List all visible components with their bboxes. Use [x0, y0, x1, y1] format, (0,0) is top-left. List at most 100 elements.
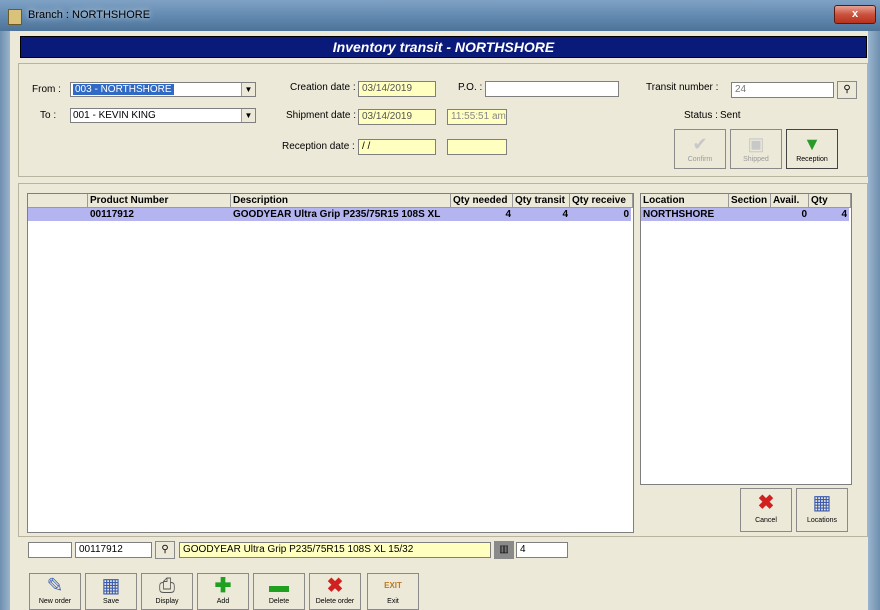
delete-label: Delete: [268, 598, 290, 605]
add-label: Add: [216, 598, 230, 605]
table-row[interactable]: NORTHSHORE 0 4: [641, 208, 849, 221]
exit-button[interactable]: EXIT Exit: [367, 573, 419, 610]
display-button[interactable]: ⎙ Display: [141, 573, 193, 610]
save-icon: ▦: [101, 575, 121, 597]
lookup-icon: ⚲: [161, 544, 169, 555]
product-lookup-button[interactable]: ⚲: [155, 541, 175, 559]
column-header-product-number[interactable]: Product Number: [88, 194, 231, 207]
transit-lookup-button[interactable]: ⚲: [837, 81, 857, 99]
column-header-section[interactable]: Section: [729, 194, 771, 207]
reception-button[interactable]: ▼ Reception: [786, 129, 838, 169]
lookup-icon: ⚲: [843, 84, 851, 95]
locations-table-header: Location Section Avail. Qty: [641, 194, 851, 208]
locations-label: Locations: [807, 517, 837, 524]
cancel-button[interactable]: ✖ Cancel: [740, 488, 792, 532]
cell-location: NORTHSHORE: [643, 209, 715, 220]
save-label: Save: [103, 598, 119, 605]
column-header-blank: [28, 194, 88, 207]
creation-date-label: Creation date :: [290, 82, 356, 93]
reception-date-field[interactable]: / /: [358, 139, 436, 155]
cell-avail: 0: [801, 209, 807, 220]
column-header-qty-needed[interactable]: Qty needed: [451, 194, 513, 207]
new-document-icon: ✎: [46, 575, 64, 597]
reception-time-field[interactable]: [447, 139, 507, 155]
cell-description: GOODYEAR Ultra Grip P235/75R15 108S XL: [233, 209, 441, 220]
status-value: Sent: [720, 110, 741, 121]
cell-qty-needed: 4: [505, 209, 511, 220]
minus-icon: ▬: [269, 575, 289, 597]
creation-date-field[interactable]: 03/14/2019: [358, 81, 436, 97]
entry-product-field[interactable]: 00117912: [75, 542, 152, 558]
cancel-label: Cancel: [755, 517, 777, 524]
column-header-description[interactable]: Description: [231, 194, 451, 207]
products-table-header: Product Number Description Qty needed Qt…: [28, 194, 633, 208]
column-header-qty-receive[interactable]: Qty receive: [570, 194, 633, 207]
exit-door-icon: EXIT: [384, 581, 402, 590]
po-label: P.O. :: [458, 82, 483, 93]
calculator-button[interactable]: ▥: [494, 541, 514, 559]
checkmark-icon: ✔: [692, 134, 708, 154]
shipped-button[interactable]: ▣ Shipped: [730, 129, 782, 169]
box-icon: ▣: [747, 134, 765, 154]
from-dropdown[interactable]: 003 - NORTHSHORE ▼: [70, 82, 256, 97]
reception-label: Reception: [796, 156, 828, 163]
entry-qty-field[interactable]: 4: [516, 542, 568, 558]
locations-table[interactable]: Location Section Avail. Qty NORTHSHORE 0…: [640, 193, 852, 485]
window-frame-right: [868, 31, 880, 610]
exit-label: Exit: [387, 598, 399, 605]
column-header-location[interactable]: Location: [641, 194, 729, 207]
printer-icon: ⎙: [159, 575, 175, 597]
delete-order-label: Delete order: [315, 598, 355, 605]
to-label: To :: [40, 110, 57, 121]
confirm-label: Confirm: [687, 156, 713, 163]
new-order-button[interactable]: ✎ New order: [29, 573, 81, 610]
window-title: Branch : NORTHSHORE: [28, 9, 151, 21]
close-button[interactable]: x: [834, 5, 876, 24]
delete-button[interactable]: ▬ Delete: [253, 573, 305, 610]
products-table[interactable]: Product Number Description Qty needed Qt…: [27, 193, 634, 533]
calculator-icon: ▥: [499, 544, 509, 555]
shipment-date-label: Shipment date :: [286, 110, 357, 121]
po-field[interactable]: [485, 81, 619, 97]
cell-section: [729, 208, 771, 221]
confirm-button[interactable]: ✔ Confirm: [674, 129, 726, 169]
chevron-down-icon[interactable]: ▼: [241, 83, 255, 96]
chevron-down-icon[interactable]: ▼: [241, 109, 255, 122]
cell-qty-transit: 4: [562, 209, 568, 220]
add-button[interactable]: ✚ Add: [197, 573, 249, 610]
transit-number-label: Transit number :: [646, 82, 719, 93]
table-row[interactable]: 00117912 GOODYEAR Ultra Grip P235/75R15 …: [28, 208, 631, 221]
delete-order-button[interactable]: ✖ Delete order: [309, 573, 361, 610]
to-dropdown-value: 001 - KEVIN KING: [73, 110, 156, 121]
page-title: Inventory transit - NORTHSHORE: [20, 36, 867, 58]
reception-date-label: Reception date :: [282, 141, 355, 152]
reception-box-icon: ▼: [803, 134, 821, 154]
cell-qty-receive: 0: [623, 209, 629, 220]
from-dropdown-value: 003 - NORTHSHORE: [73, 84, 174, 95]
entry-blank-field[interactable]: [28, 542, 72, 558]
window-frame-left: [0, 31, 10, 610]
entry-description-field[interactable]: GOODYEAR Ultra Grip P235/75R15 108S XL 1…: [179, 542, 491, 558]
cell-product-number: 00117912: [90, 209, 134, 220]
shipped-label: Shipped: [743, 156, 769, 163]
save-button[interactable]: ▦ Save: [85, 573, 137, 610]
cell-qty: 4: [841, 209, 847, 220]
display-label: Display: [155, 598, 179, 605]
window-titlebar[interactable]: Branch : NORTHSHORE x: [0, 0, 880, 31]
column-header-qty[interactable]: Qty: [809, 194, 851, 207]
locations-button[interactable]: ▦ Locations: [796, 488, 848, 532]
status-label: Status :: [684, 110, 718, 121]
column-header-avail[interactable]: Avail.: [771, 194, 809, 207]
app-icon: [8, 9, 22, 25]
plus-icon: ✚: [214, 575, 232, 597]
column-header-qty-transit[interactable]: Qty transit: [513, 194, 570, 207]
floppy-icon: ▦: [812, 492, 832, 514]
cancel-x-icon: ✖: [757, 492, 775, 514]
shipment-time-field[interactable]: 11:55:51 am: [447, 109, 507, 125]
from-label: From :: [32, 84, 61, 95]
shipment-date-field[interactable]: 03/14/2019: [358, 109, 436, 125]
new-order-label: New order: [38, 598, 72, 605]
transit-number-field[interactable]: 24: [731, 82, 834, 98]
delete-x-icon: ✖: [326, 575, 344, 597]
to-dropdown[interactable]: 001 - KEVIN KING ▼: [70, 108, 256, 123]
